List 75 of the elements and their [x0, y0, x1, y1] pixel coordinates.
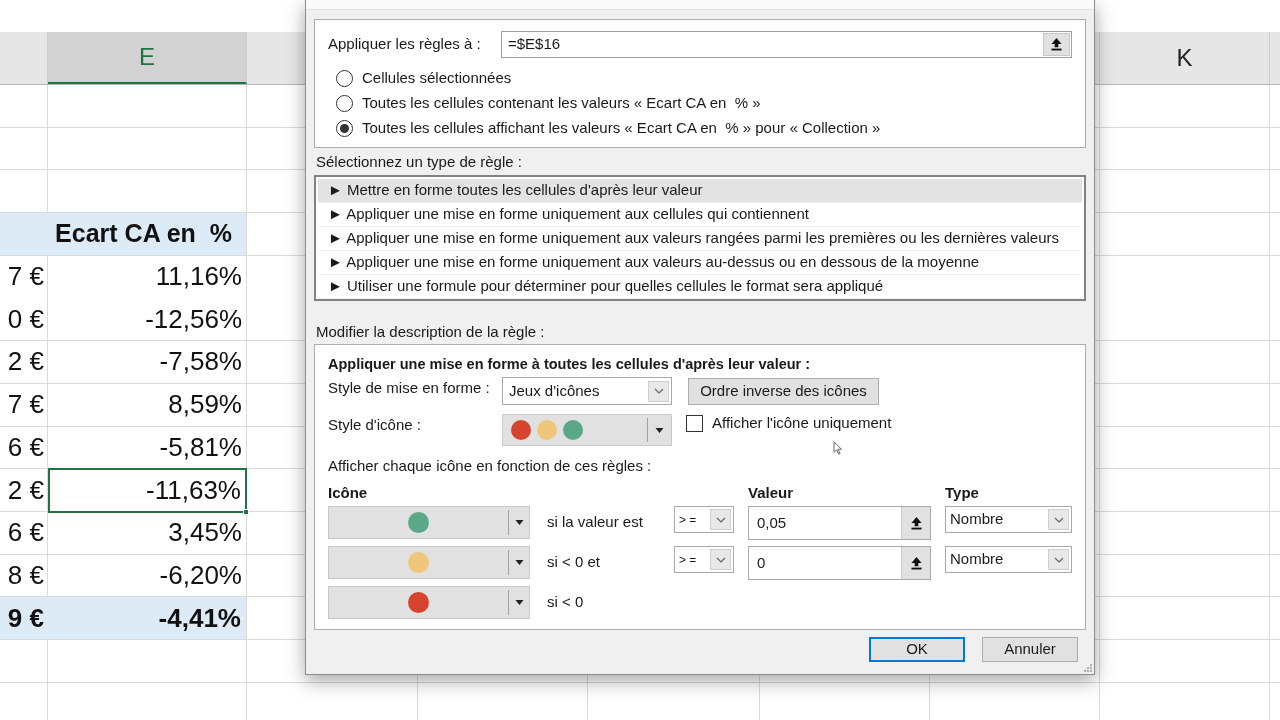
condition-label: si la valeur est	[547, 512, 643, 533]
resize-grip-icon	[1083, 663, 1092, 672]
type-dropdown[interactable]: Nombre	[945, 546, 1072, 573]
table-cell-text: 8 €	[6, 558, 45, 592]
table-cell-text: -6,20%	[158, 558, 243, 592]
table-cell: 9 €	[0, 597, 48, 639]
operator-dropdown[interactable]: > =	[674, 546, 734, 573]
pointer-cursor-icon	[833, 441, 842, 455]
range-select-button[interactable]	[1043, 33, 1070, 56]
operator-dropdown[interactable]: > =	[674, 506, 734, 533]
column-header[interactable]: K	[1100, 32, 1270, 84]
caret-down-icon	[514, 560, 524, 565]
chevron-down-icon	[1048, 509, 1069, 530]
chevron-down-icon	[648, 380, 669, 402]
table-cell-text: 8,59%	[167, 388, 243, 422]
table-cell-text: 7 €	[6, 388, 45, 422]
format-style-label: Style de mise en forme :	[328, 378, 491, 398]
icon-dropdown[interactable]	[328, 586, 530, 619]
table-cell-text: 7 €	[6, 260, 45, 294]
table-cell-text: -12,56%	[144, 302, 243, 336]
table-cell-text: 11,16%	[154, 260, 243, 294]
table-cell-text: 6 €	[6, 516, 45, 550]
radio-label[interactable]: Toutes les cellules affichant les valeurs « Ecart CA en % » pour « Collection »	[362, 117, 881, 140]
table-cell: -4,41%	[48, 597, 247, 639]
range-select-button[interactable]	[901, 547, 930, 579]
column-label: Icône	[328, 482, 369, 503]
table-header-cell: Ecart CA en %	[48, 213, 247, 255]
radio-label[interactable]: Cellules sélectionnées	[362, 67, 512, 90]
rules-label: Afficher chaque icône en fonction de ces règles :	[328, 455, 652, 476]
chevron-down-icon	[1048, 549, 1069, 570]
arrow-up-bar-icon	[910, 556, 922, 570]
value-field[interactable]: 0,05	[748, 506, 931, 540]
table-header-cell	[0, 213, 48, 255]
radio-button[interactable]	[336, 70, 353, 87]
rule-type-label: Sélectionnez un type de règle :	[316, 151, 522, 172]
table-cell-text: 3,45%	[167, 516, 243, 550]
condition-label: si < 0	[547, 592, 584, 613]
column-header[interactable]: E	[48, 32, 247, 84]
table-cell-text: -5,81%	[158, 430, 243, 464]
radio-label[interactable]: Toutes les cellules contenant les valeurs « Ecart CA en % »	[362, 92, 761, 115]
fill-handle-icon[interactable]	[243, 508, 249, 515]
apply-to-field[interactable]: =$E$16	[501, 31, 1072, 58]
icon-style-dropdown[interactable]	[502, 414, 672, 446]
radio-button[interactable]	[336, 95, 353, 112]
table-cell-text: 6 €	[6, 430, 45, 464]
table-cell-text: 2 €	[6, 345, 45, 379]
caret-down-icon	[514, 520, 524, 525]
checkbox[interactable]	[686, 414, 703, 432]
dialog-button[interactable]: Annuler	[982, 637, 1078, 662]
apply-to-label: Appliquer les règles à :	[328, 34, 482, 55]
value-field[interactable]: 0	[748, 546, 931, 580]
rule-type-item[interactable]: ► Mettre en forme toutes les cellules d'après leur valeur	[318, 179, 1082, 203]
type-dropdown[interactable]: Nombre	[945, 506, 1072, 533]
icon-style-label: Style d'icône :	[328, 415, 422, 435]
table-cell-text: 0 €	[6, 302, 45, 336]
arrow-up-bar-icon	[910, 516, 922, 530]
arrow-up-bar-icon	[1051, 38, 1062, 51]
radio-button[interactable]	[336, 120, 353, 137]
column-label: Type	[945, 482, 979, 503]
format-style-dropdown[interactable]: Jeux d'icônes	[502, 377, 672, 405]
caret-down-icon	[514, 600, 524, 605]
description-title: Appliquer une mise en forme à toutes les cellules d'après leur valeur :	[328, 355, 811, 375]
column-label: Valeur	[748, 482, 795, 503]
reverse-order-button[interactable]: Ordre inverse des icônes	[688, 377, 879, 405]
range-select-button[interactable]	[901, 507, 930, 539]
dialog-button[interactable]: OK	[869, 637, 965, 662]
caret-down-icon	[655, 427, 664, 433]
chevron-down-icon	[710, 509, 731, 530]
condition-label: si < 0 et	[547, 552, 600, 573]
checkbox-label[interactable]: Afficher l'icône uniquement	[712, 411, 892, 435]
description-label: Modifier la description de la règle :	[316, 321, 545, 342]
chevron-down-icon	[710, 549, 731, 570]
table-cell-text: -7,58%	[158, 345, 243, 379]
table-cell-text: 2 €	[6, 473, 45, 507]
table-cell: -11,63%	[48, 468, 247, 513]
